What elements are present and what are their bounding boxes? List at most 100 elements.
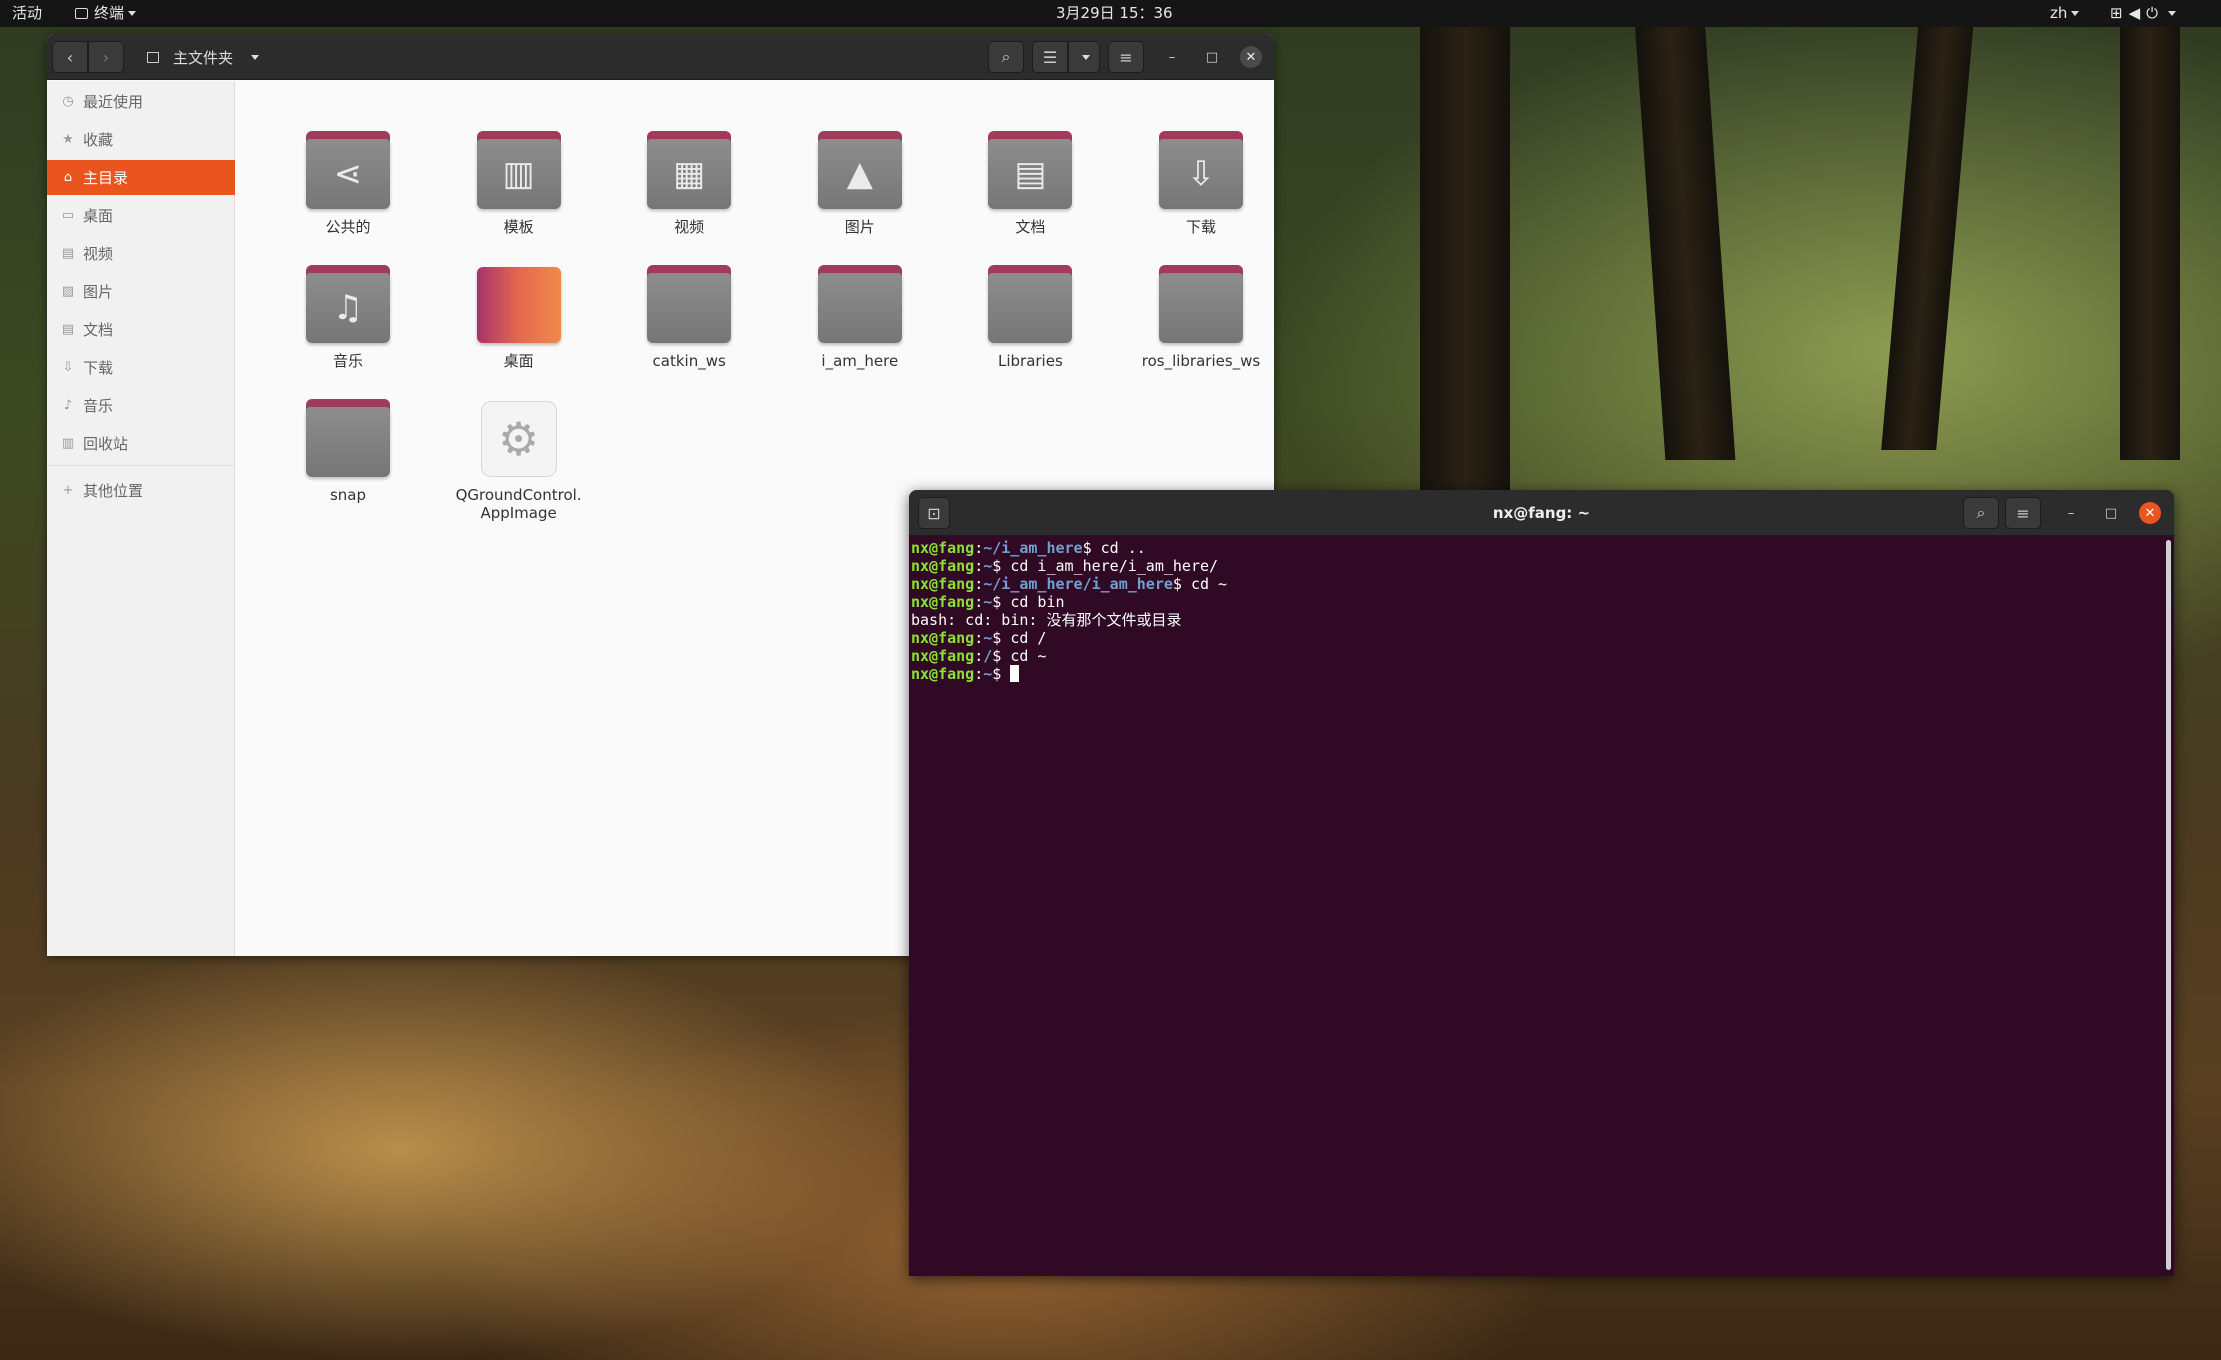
terminal-icon (75, 8, 88, 19)
terminal-cursor (1010, 665, 1020, 682)
prompt-colon: : (974, 539, 984, 557)
folder-item[interactable]: catkin_ws (614, 265, 764, 370)
file-label: catkin_ws (652, 352, 726, 370)
sidebar-item[interactable]: ▭ 桌面 (47, 198, 235, 233)
sidebar-item[interactable]: + 其他位置 (47, 473, 235, 508)
folder-item[interactable]: Libraries (955, 265, 1105, 370)
chevron-right-icon: › (102, 47, 110, 67)
search-icon: ⌕ (1976, 503, 1986, 522)
sidebar-item[interactable]: ◷ 最近使用 (47, 84, 235, 119)
chevron-left-icon: ‹ (66, 47, 74, 67)
search-button[interactable]: ⌕ (988, 41, 1024, 73)
prompt-path: ~ (983, 557, 993, 575)
prompt-colon: : (974, 575, 984, 593)
sidebar-item-label: 下载 (83, 359, 114, 377)
caret-down-icon (2168, 11, 2176, 16)
sidebar-item-label: 文档 (83, 321, 114, 339)
folder-icon: ▥ (476, 131, 561, 209)
file-item[interactable]: ⚙ QGroundControl. AppImage (444, 399, 594, 522)
sidebar-item[interactable]: ⌂ 主目录 (47, 160, 235, 195)
sidebar-item[interactable]: ▤ 文档 (47, 312, 235, 347)
folder-item[interactable]: ▤ 文档 (955, 131, 1105, 236)
sidebar-item[interactable]: ▥ 回收站 (47, 426, 235, 461)
terminal-scrollbar[interactable] (2166, 540, 2171, 1270)
file-label: ros_libraries_ws (1141, 352, 1261, 370)
terminal-line: nx@fang:~/i_am_here/i_am_here$ cd ~ (911, 575, 2164, 593)
file-label: 公共的 (325, 218, 371, 236)
file-label: 桌面 (503, 352, 534, 370)
folder-item[interactable]: snap (273, 399, 423, 504)
wallpaper-trunk (1420, 20, 1510, 490)
terminal-headerbar: ⊡ nx@fang: ~ ⌕ ≡ – □ ✕ (909, 490, 2174, 536)
activities-button[interactable]: 活动 (12, 5, 42, 22)
folder-item[interactable]: ros_libraries_ws (1126, 265, 1274, 370)
folder-item[interactable]: ▦ 视频 (614, 131, 764, 236)
folder-item[interactable]: 桌面 (444, 265, 594, 370)
minimize-button[interactable]: – (1161, 46, 1183, 68)
back-button[interactable]: ‹ (52, 41, 88, 73)
terminal-search-button[interactable]: ⌕ (1963, 497, 1999, 529)
top-bar: 活动 终端 3月29日 15：36 zh ⊞◀⏻ (0, 0, 2221, 27)
list-view-icon: ☰ (1042, 47, 1058, 67)
menu-button[interactable]: ≡ (1108, 41, 1144, 73)
terminal-line: nx@fang:~$ (911, 665, 2164, 683)
caret-down-icon (1082, 54, 1090, 60)
folder-item[interactable]: ⇩ 下载 (1126, 131, 1274, 236)
sidebar: ◷ 最近使用 ★ 收藏 ⌂ 主目录 ▭ 桌面 ▤ 视频 ▨ 图片 ▤ 文档 ⇩ 下载 ♪ 音乐 ▥ 回收站 + 其他位置 (47, 81, 235, 956)
view-toggle-button[interactable]: ☰ (1032, 41, 1068, 73)
command-text: $ cd .. (1082, 539, 1146, 557)
hamburger-icon: ≡ (1119, 47, 1133, 67)
maximize-button[interactable]: □ (1201, 46, 1223, 68)
prompt-colon: : (974, 593, 984, 611)
folder-item[interactable]: ▥ 模板 (444, 131, 594, 236)
app-menu-button[interactable]: 终端 (75, 5, 137, 22)
prompt-colon: : (974, 665, 984, 683)
plus-icon: + (62, 483, 74, 498)
prompt-colon: : (974, 647, 984, 665)
file-label: snap (329, 486, 367, 504)
terminal-maximize-button[interactable]: □ (2100, 502, 2122, 524)
close-button[interactable]: ✕ (1240, 46, 1262, 68)
prompt-path: ~/i_am_here/i_am_here (983, 575, 1173, 593)
prompt-colon: : (974, 557, 984, 575)
forward-button[interactable]: › (88, 41, 124, 73)
folder-icon: ▦ (647, 131, 732, 209)
sidebar-item[interactable]: ▨ 图片 (47, 274, 235, 309)
file-label: 视频 (674, 218, 705, 236)
clock-icon: ◷ (62, 94, 74, 109)
terminal-line: nx@fang:/$ cd ~ (911, 647, 2164, 665)
command-text: $ (992, 665, 1011, 683)
terminal-close-button[interactable]: ✕ (2139, 502, 2161, 524)
sidebar-item[interactable]: ⇩ 下载 (47, 350, 235, 385)
maximize-icon: □ (1205, 49, 1219, 65)
path-bar-label: 主文件夹 (173, 48, 234, 67)
folder-item[interactable]: ♫ 音乐 (273, 265, 423, 370)
input-method-indicator[interactable]: zh (2050, 4, 2080, 22)
terminal-minimize-button[interactable]: – (2060, 502, 2082, 524)
sidebar-item[interactable]: ▤ 视频 (47, 236, 235, 271)
sidebar-item-label: 图片 (83, 283, 114, 301)
prompt-path: ~ (983, 629, 993, 647)
volume-icon: ◀ (2128, 4, 2147, 22)
sidebar-item[interactable]: ★ 收藏 (47, 122, 235, 157)
prompt-colon: : (974, 629, 984, 647)
sidebar-item[interactable]: ♪ 音乐 (47, 388, 235, 423)
system-menu[interactable]: ⊞◀⏻ (2110, 5, 2176, 22)
power-icon: ⏻ (2146, 4, 2164, 22)
clock[interactable]: 3月29日 15：36 (1056, 5, 1173, 22)
terminal-window: ⊡ nx@fang: ~ ⌕ ≡ – □ ✕ nx@fang:~/i_am_he… (909, 490, 2174, 1276)
sidebar-item-label: 主目录 (83, 169, 129, 187)
terminal-menu-button[interactable]: ≡ (2005, 497, 2041, 529)
folder-item[interactable]: ⋖ 公共的 (273, 131, 423, 236)
sidebar-item-label: 音乐 (83, 397, 114, 415)
close-icon: ✕ (2144, 505, 2156, 521)
terminal-line: nx@fang:~$ cd / (911, 629, 2164, 647)
path-bar[interactable]: 主文件夹 (135, 41, 325, 73)
prompt-path: ~ (983, 665, 993, 683)
command-text: $ cd i_am_here/i_am_here/ (992, 557, 1219, 575)
folder-item[interactable]: i_am_here (785, 265, 935, 370)
terminal-output[interactable]: nx@fang:~/i_am_here$ cd .. nx@fang:~$ cd … (911, 538, 2164, 1276)
folder-item[interactable]: ▲ 图片 (785, 131, 935, 236)
input-method-label: zh (2050, 4, 2068, 22)
view-options-button[interactable] (1068, 41, 1100, 73)
